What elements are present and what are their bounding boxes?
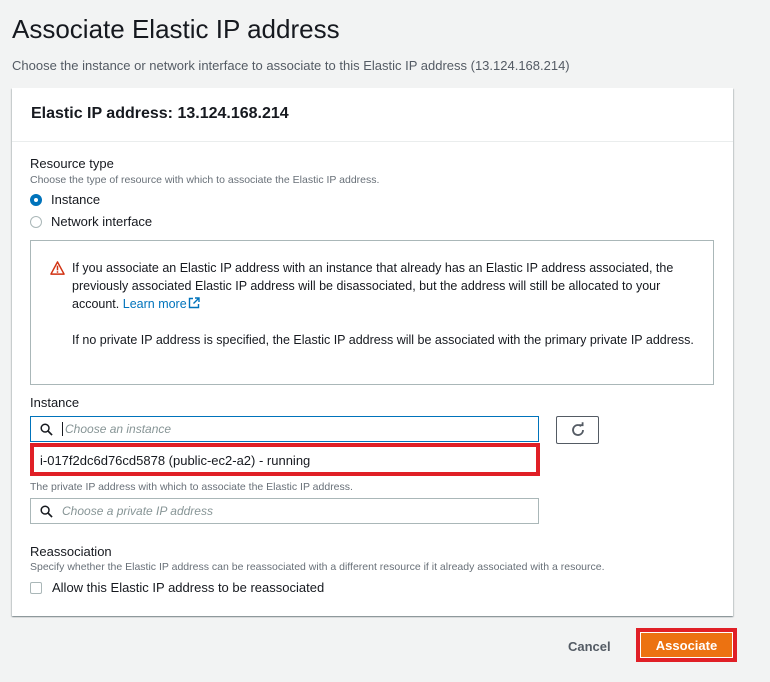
warning-icon xyxy=(50,261,65,275)
reassociation-description: Specify whether the Elastic IP address c… xyxy=(30,561,605,573)
reassociation-label: Reassociation xyxy=(30,544,112,559)
radio-network-interface-label: Network interface xyxy=(51,214,153,229)
instance-placeholder: Choose an instance xyxy=(65,422,172,436)
search-icon xyxy=(40,422,53,436)
associate-button[interactable]: Associate xyxy=(641,633,732,657)
resource-type-label: Resource type xyxy=(30,156,114,171)
instance-option[interactable]: i-017f2dc6d76cd5878 (public-ec2-a2) - ru… xyxy=(30,443,540,476)
learn-more-label: Learn more xyxy=(122,297,187,311)
radio-network-interface[interactable]: Network interface xyxy=(30,214,152,229)
private-ip-description: The private IP address with which to ass… xyxy=(30,481,353,493)
radio-network-interface-button[interactable] xyxy=(30,215,42,228)
radio-instance-button[interactable] xyxy=(30,193,42,206)
alert-paragraph-2: If no private IP address is specified, t… xyxy=(72,333,694,347)
card-title: Elastic IP address: 13.124.168.214 xyxy=(31,105,289,122)
search-icon xyxy=(40,504,53,518)
instance-search-input[interactable]: Choose an instance xyxy=(30,416,539,442)
reassociation-checkbox-label: Allow this Elastic IP address to be reas… xyxy=(52,580,325,595)
reassociation-checkbox-row[interactable]: Allow this Elastic IP address to be reas… xyxy=(30,580,324,595)
page-title: Associate Elastic IP address xyxy=(12,14,340,44)
alert-text: If you associate an Elastic IP address w… xyxy=(72,259,697,349)
warning-alert: If you associate an Elastic IP address w… xyxy=(30,240,714,385)
radio-instance[interactable]: Instance xyxy=(30,192,100,207)
instance-label: Instance xyxy=(30,395,80,410)
learn-more-link[interactable]: Learn more xyxy=(123,297,200,311)
page-subtitle: Choose the instance or network interface… xyxy=(12,58,570,73)
reassociation-checkbox[interactable] xyxy=(30,581,42,594)
external-link-icon xyxy=(188,297,200,309)
card-header: Elastic IP address: 13.124.168.214 xyxy=(12,88,733,142)
private-ip-placeholder: Choose a private IP address xyxy=(62,504,213,518)
cancel-button[interactable]: Cancel xyxy=(568,639,611,654)
refresh-button[interactable] xyxy=(556,416,599,444)
associate-button-highlight: Associate xyxy=(636,628,737,662)
resource-type-description: Choose the type of resource with which t… xyxy=(30,174,380,186)
elastic-ip-card: Elastic IP address: 13.124.168.214 Resou… xyxy=(12,88,733,616)
text-caret xyxy=(62,422,63,436)
private-ip-search-input[interactable]: Choose a private IP address xyxy=(30,498,539,524)
alert-paragraph-1: If you associate an Elastic IP address w… xyxy=(72,259,697,313)
refresh-icon xyxy=(571,422,584,436)
radio-instance-label: Instance xyxy=(51,192,101,207)
